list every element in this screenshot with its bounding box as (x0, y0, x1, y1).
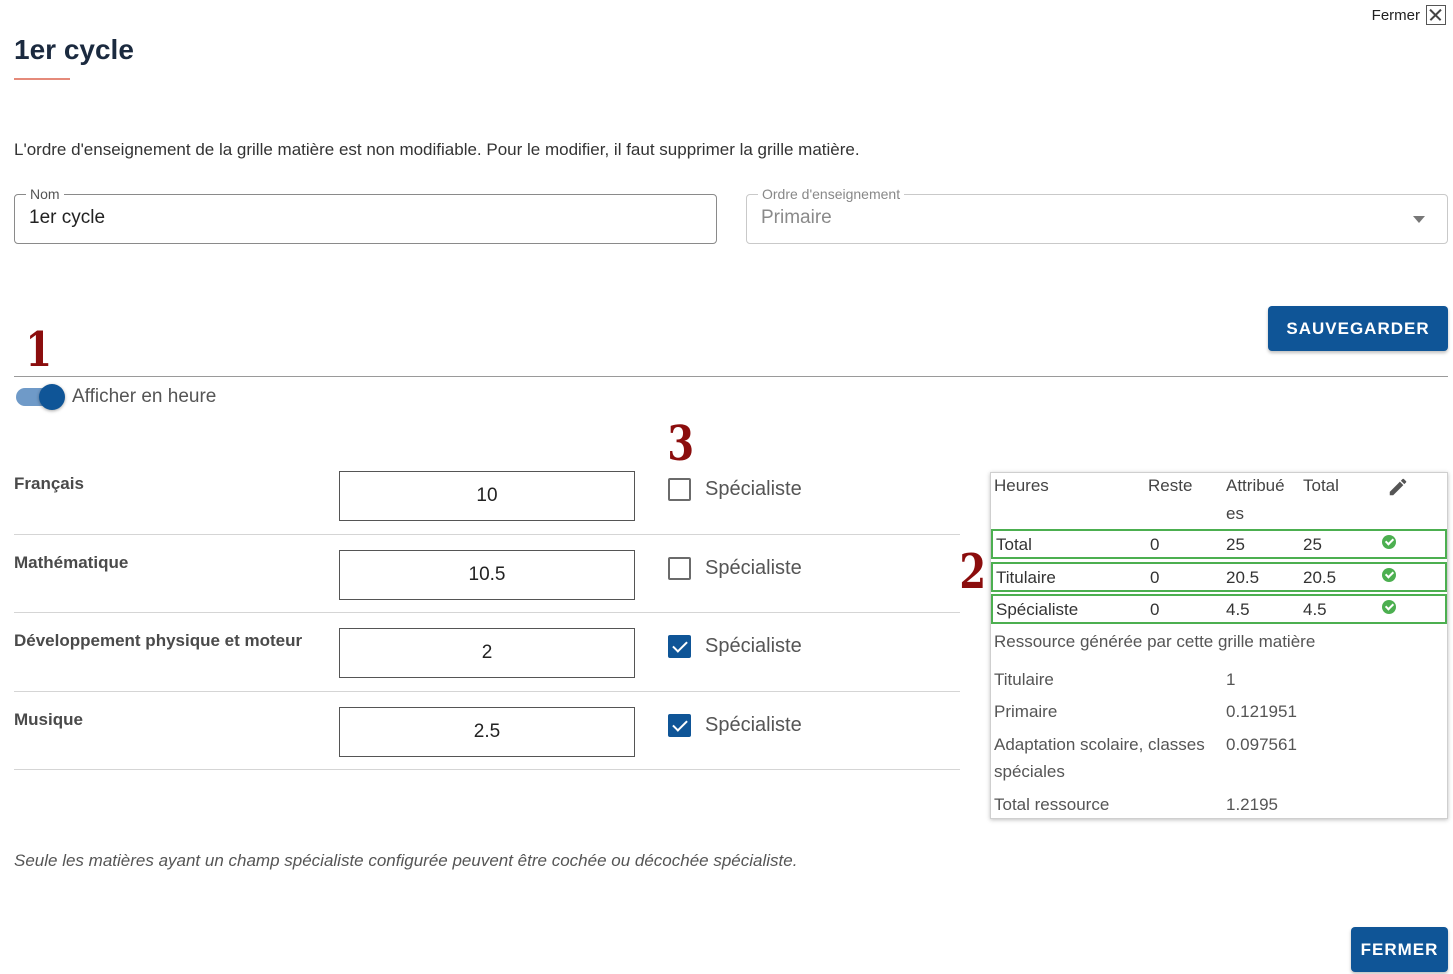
subject-name: Musique (14, 709, 83, 729)
close-icon[interactable] (1426, 5, 1446, 25)
summary-row-total: 20.5 (1303, 568, 1337, 587)
nom-field[interactable]: Nom 1er cycle (14, 186, 717, 244)
close-top-button[interactable]: Fermer (1372, 5, 1446, 25)
summary-row-total: 4.5 (1303, 600, 1327, 619)
specialist-label: Spécialiste (705, 635, 802, 657)
checkbox-checked-icon[interactable] (668, 713, 691, 737)
subject-name: Mathématique (14, 552, 129, 572)
summary-row-label: Total (996, 535, 1032, 554)
specialist-label: Spécialiste (705, 713, 802, 736)
checkbox-box[interactable] (668, 556, 691, 580)
title-underline (14, 78, 70, 80)
resource-title: Ressource générée par cette grille matiè… (994, 632, 1316, 651)
summary-row-attribuees: 25 (1226, 535, 1245, 554)
ordre-value: Primaire (761, 207, 832, 228)
save-button[interactable]: SAUVEGARDER (1268, 306, 1448, 351)
annotation-marker-1: 1 (25, 322, 53, 378)
summary-row-total: 25 (1303, 535, 1322, 554)
afficher-en-heure-toggle[interactable]: Afficher en heure (16, 384, 217, 410)
subject-row: Français 10 Spécialiste (14, 456, 960, 535)
summary-row-reste: 0 (1150, 600, 1160, 619)
specialist-checkbox[interactable]: Spécialiste (668, 478, 802, 501)
summary-row-reste: 0 (1150, 568, 1160, 587)
resource-value: 0.121951 (1226, 702, 1297, 721)
header-reste: Reste (1148, 476, 1193, 495)
summary-row-attribuees: 20.5 (1226, 568, 1260, 587)
subject-hours-input[interactable]: 2.5 (339, 706, 635, 757)
info-text: L'ordre d'enseignement de la grille mati… (14, 140, 860, 159)
summary-row-titulaire: Titulaire 0 20.5 20.5 (991, 562, 1447, 592)
ordre-enseignement-select: Ordre d'enseignement Primaire (746, 186, 1448, 244)
pencil-icon[interactable] (1387, 476, 1409, 498)
subject-hours-input[interactable]: 10 (339, 471, 635, 521)
section-divider (14, 376, 1448, 377)
close-button[interactable]: FERMER (1351, 927, 1448, 972)
subject-row: Musique 2.5 Spécialiste (14, 692, 960, 770)
specialist-checkbox[interactable]: Spécialiste (668, 556, 802, 580)
resource-label: Primaire (994, 702, 1058, 721)
resource-value: 0.097561 (1226, 735, 1297, 754)
checkbox-checked-icon[interactable] (668, 635, 691, 658)
annotation-marker-2: 2 (959, 544, 987, 600)
subject-hours-input[interactable]: 10.5 (339, 549, 635, 600)
nom-value[interactable]: 1er cycle (29, 207, 105, 229)
resource-value: 1.2195 (1226, 795, 1278, 814)
header-total: Total (1303, 476, 1339, 495)
check-circle-icon (1382, 600, 1396, 614)
summary-row-label: Titulaire (996, 568, 1056, 587)
header-attribuees: Attribué (1226, 476, 1285, 495)
specialist-label: Spécialiste (705, 478, 802, 500)
specialist-label: Spécialiste (705, 556, 802, 579)
resource-value: 1 (1226, 670, 1236, 689)
specialist-checkbox[interactable]: Spécialiste (668, 713, 802, 737)
subject-hours-input[interactable]: 2 (339, 628, 635, 678)
summary-row-total: Total 0 25 25 (991, 529, 1447, 559)
header-attribuees-wrap: es (1226, 504, 1244, 523)
checkbox-box[interactable] (668, 478, 691, 501)
specialist-checkbox[interactable]: Spécialiste (668, 635, 802, 658)
summary-row-attribuees: 4.5 (1226, 600, 1250, 619)
subject-name: Développement physique et moteur (14, 631, 303, 650)
toggle-label: Afficher en heure (72, 386, 217, 407)
subject-row: Mathématique 10.5 Spécialiste (14, 535, 960, 613)
nom-label: Nom (26, 186, 64, 202)
ordre-label: Ordre d'enseignement (758, 186, 905, 202)
resource-label: Total ressource (994, 795, 1110, 814)
toggle-knob[interactable] (39, 384, 65, 410)
header-heures: Heures (994, 476, 1049, 495)
check-circle-icon (1382, 535, 1396, 549)
footnote: Seule les matières ayant un champ spécia… (14, 851, 798, 870)
page-title: 1er cycle (14, 34, 134, 65)
resource-label-wrap: spéciales (994, 762, 1065, 781)
subject-name: Français (14, 474, 84, 493)
close-top-label: Fermer (1371, 6, 1420, 24)
subjects-list: Français 10 Spécialiste Mathématique 10.… (14, 456, 960, 770)
subject-row: Développement physique et moteur 2 Spéci… (14, 613, 960, 692)
summary-row-label: Spécialiste (996, 600, 1079, 619)
toggle-track[interactable] (16, 384, 65, 410)
chevron-down-icon (1413, 216, 1425, 223)
hours-summary-panel: Heures Reste Attribué es Total Total 0 2… (990, 472, 1448, 819)
check-circle-icon (1382, 568, 1396, 582)
resource-label: Adaptation scolaire, classes (994, 735, 1205, 754)
summary-row-reste: 0 (1150, 535, 1160, 554)
summary-row-specialiste: Spécialiste 0 4.5 4.5 (991, 594, 1447, 624)
resource-label: Titulaire (994, 670, 1054, 689)
